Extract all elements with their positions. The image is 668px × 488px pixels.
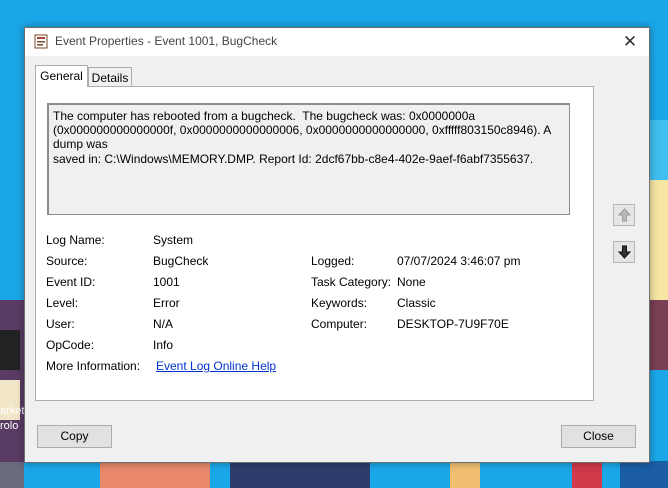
opcode-value: Info bbox=[153, 338, 174, 352]
background-text-1: arket bbox=[0, 405, 25, 417]
computer-label: Computer: bbox=[311, 317, 368, 331]
title-bar[interactable]: Event Properties - Event 1001, BugCheck … bbox=[25, 28, 649, 56]
window-title: Event Properties - Event 1001, BugCheck bbox=[55, 34, 278, 48]
keywords-value: Classic bbox=[397, 296, 436, 310]
event-description[interactable]: The computer has rebooted from a bugchec… bbox=[47, 103, 570, 215]
event-log-online-help-link[interactable]: Event Log Online Help bbox=[156, 359, 276, 373]
event-id-label: Event ID: bbox=[46, 275, 96, 289]
user-label: User: bbox=[46, 317, 75, 331]
tab-general[interactable]: General bbox=[35, 65, 88, 87]
logged-value: 07/07/2024 3:46:07 pm bbox=[397, 254, 521, 268]
event-id-value: 1001 bbox=[153, 275, 180, 289]
computer-value: DESKTOP-7U9F70E bbox=[397, 317, 509, 331]
event-properties-window: Event Properties - Event 1001, BugCheck … bbox=[24, 27, 650, 463]
log-name-label: Log Name: bbox=[46, 233, 105, 247]
close-icon[interactable]: ✕ bbox=[619, 31, 641, 53]
close-button[interactable]: Close bbox=[561, 425, 636, 448]
arrow-up-icon bbox=[618, 208, 631, 222]
user-value: N/A bbox=[153, 317, 174, 331]
logged-label: Logged: bbox=[311, 254, 355, 268]
level-value: Error bbox=[153, 296, 180, 310]
log-name-value: System bbox=[153, 233, 194, 247]
source-value: BugCheck bbox=[153, 254, 209, 268]
keywords-label: Keywords: bbox=[311, 296, 368, 310]
copy-button[interactable]: Copy bbox=[37, 425, 112, 448]
opcode-label: OpCode: bbox=[46, 338, 95, 352]
task-category-label: Task Category: bbox=[311, 275, 392, 289]
background-text-2: rolo bbox=[0, 420, 19, 432]
task-category-value: None bbox=[397, 275, 426, 289]
arrow-down-icon bbox=[618, 245, 631, 259]
more-info-label: More Information: bbox=[46, 359, 141, 373]
previous-event-button[interactable] bbox=[613, 204, 635, 226]
next-event-button[interactable] bbox=[613, 241, 635, 263]
source-label: Source: bbox=[46, 254, 88, 268]
event-viewer-icon bbox=[34, 34, 48, 49]
tab-details[interactable]: Details bbox=[88, 67, 132, 88]
level-label: Level: bbox=[46, 296, 79, 310]
